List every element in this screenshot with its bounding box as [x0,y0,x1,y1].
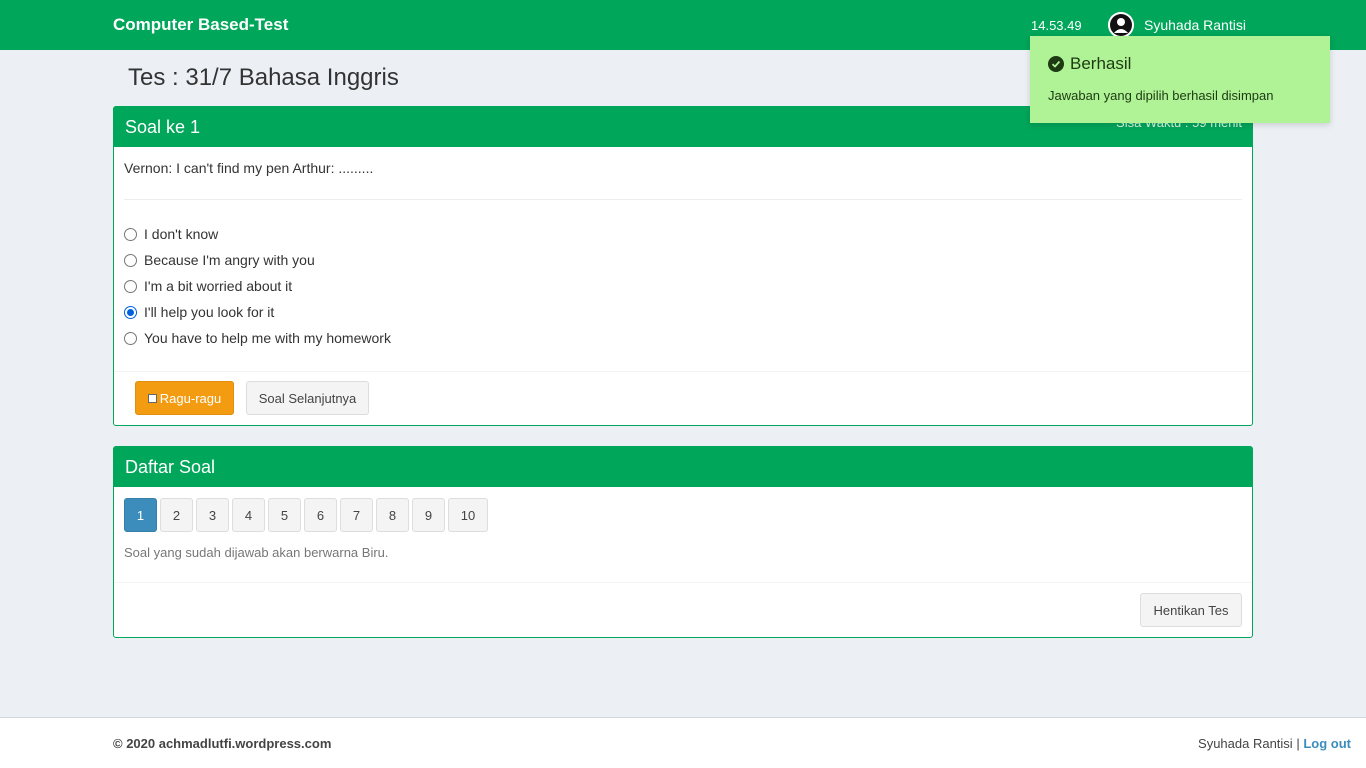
box-footer-divider [114,582,1252,583]
question-number-button[interactable]: 2 [160,498,193,532]
radio-button[interactable] [124,279,137,293]
question-number-button[interactable]: 8 [376,498,409,532]
question-number-button[interactable]: 6 [304,498,337,532]
stop-test-button[interactable]: Hentikan Tes [1140,593,1242,627]
toast-message: Jawaban yang dipilih berhasil disimpan [1048,88,1274,103]
divider [124,199,1242,200]
question-number-button[interactable]: 10 [448,498,488,532]
ragu-checkbox[interactable] [147,393,157,403]
radio-button[interactable] [124,227,137,241]
ragu-ragu-button[interactable]: Ragu-ragu [135,381,234,415]
page-footer: © 2020 achmadlutfi.wordpress.com Syuhada… [0,717,1366,768]
answer-option-label: Because I'm angry with you [144,252,315,268]
copyright: © 2020 achmadlutfi.wordpress.com [113,736,332,751]
answer-option-label: I don't know [144,226,219,242]
answer-option[interactable]: Because I'm angry with you [124,247,391,273]
user-name[interactable]: Syuhada Rantisi [1144,17,1246,33]
footer-user-area: Syuhada Rantisi | Log out [1198,736,1351,751]
clock: 14.53.49 [1031,18,1082,33]
question-number-list: 1 2 3 4 5 6 7 8 9 10 [124,498,491,532]
logout-link[interactable]: Log out [1303,736,1351,751]
answer-option[interactable]: I'm a bit worried about it [124,273,391,299]
answer-option-label: I'm a bit worried about it [144,278,293,294]
question-number-button[interactable]: 1 [124,498,157,532]
footer-username: Syuhada Rantisi [1198,736,1293,751]
user-avatar-icon[interactable] [1108,12,1134,38]
answer-option[interactable]: I'll help you look for it [124,299,391,325]
question-number-button[interactable]: 9 [412,498,445,532]
answer-option-label: I'll help you look for it [144,304,275,320]
success-toast[interactable]: Berhasil Jawaban yang dipilih berhasil d… [1030,36,1330,123]
toast-title-row: Berhasil [1048,54,1131,74]
page-title: Tes : 31/7 Bahasa Inggris [128,64,399,91]
answer-option[interactable]: You have to help me with my homework [124,325,391,351]
question-number-button[interactable]: 7 [340,498,373,532]
app-brand[interactable]: Computer Based-Test [113,15,288,35]
question-number-button[interactable]: 5 [268,498,301,532]
radio-button[interactable] [124,253,137,267]
question-list-title: Daftar Soal [125,457,216,477]
ragu-ragu-label: Ragu-ragu [159,390,222,406]
question-list-header: Daftar Soal [114,447,1252,487]
next-question-button[interactable]: Soal Selanjutnya [246,381,369,415]
answer-options: I don't know Because I'm angry with you … [124,221,391,351]
footer-separator: | [1296,736,1300,751]
question-text: Vernon: I can't find my pen Arthur: ....… [124,160,374,176]
radio-button-selected[interactable] [124,305,137,319]
answer-option-label: You have to help me with my homework [144,330,391,346]
question-list-box: Daftar Soal 1 2 3 4 5 6 7 8 9 10 Soal yang sudah … [113,446,1253,638]
question-number-title: Soal ke 1 [125,117,201,137]
radio-button[interactable] [124,331,137,345]
question-box: Soal ke 1 Sisa Waktu : 59 menit Vernon: … [113,106,1253,426]
check-circle-icon [1048,56,1064,72]
box-footer-divider [114,371,1252,372]
toast-title: Berhasil [1070,54,1132,73]
question-number-button[interactable]: 3 [196,498,229,532]
question-number-button[interactable]: 4 [232,498,265,532]
answer-option[interactable]: I don't know [124,221,391,247]
answered-hint: Soal yang sudah dijawab akan berwarna Bi… [124,545,389,560]
